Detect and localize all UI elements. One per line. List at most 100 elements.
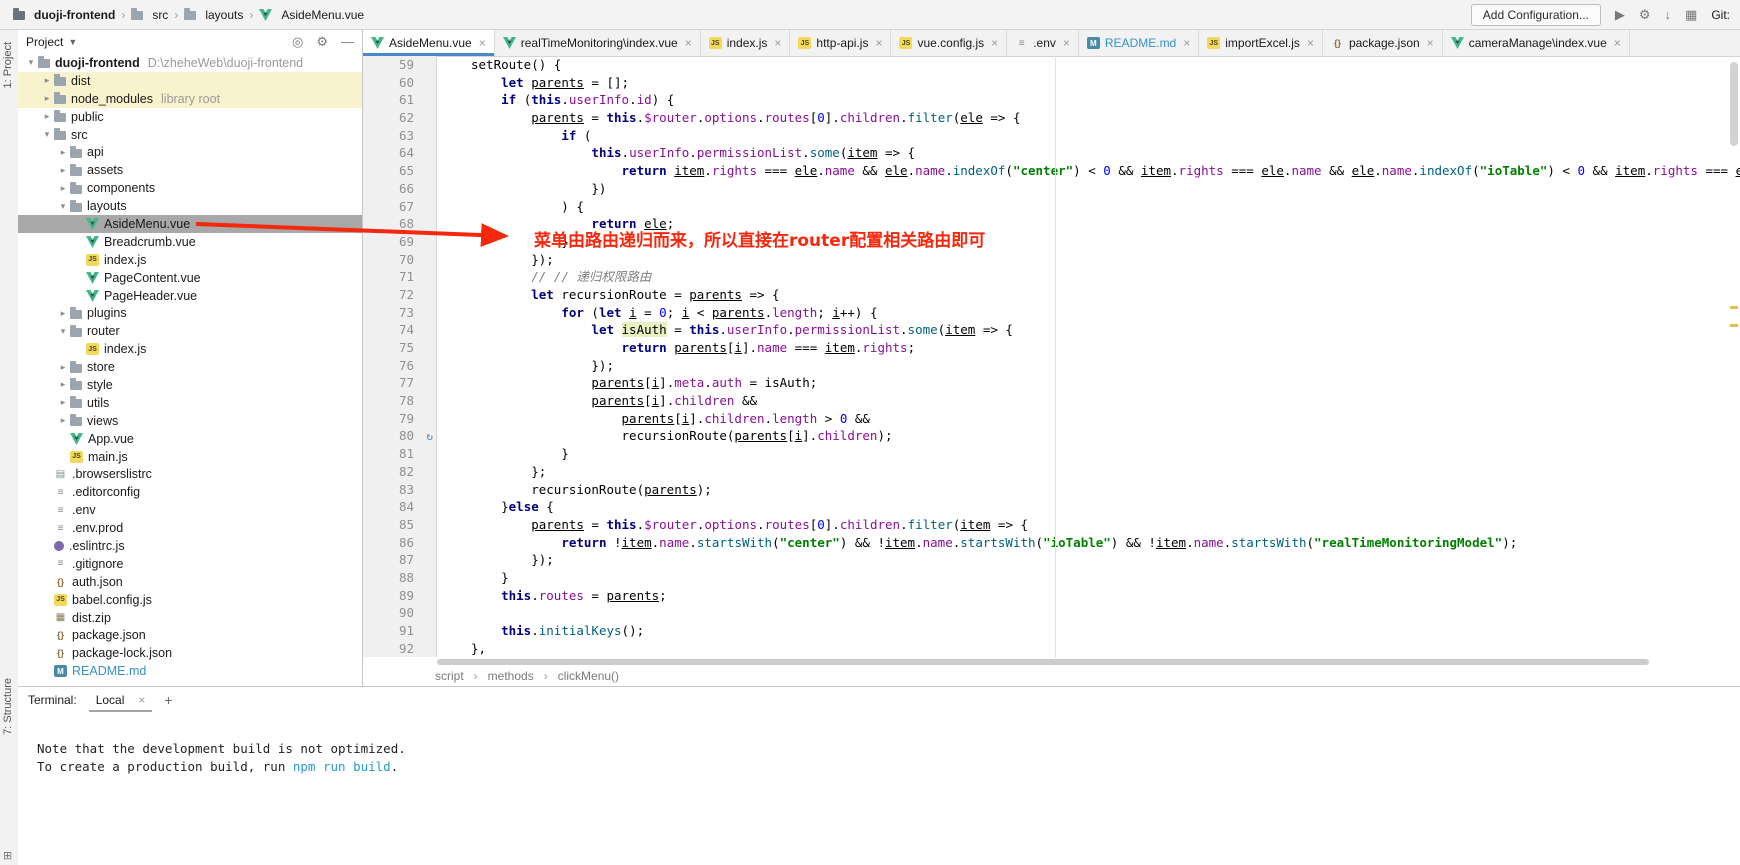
- tree-item-index-js[interactable]: JSindex.js: [18, 251, 362, 269]
- locate-file-icon[interactable]: ◎: [292, 35, 303, 48]
- horizontal-scrollbar[interactable]: [437, 658, 1726, 666]
- close-icon[interactable]: ×: [479, 36, 486, 50]
- tree-item-store[interactable]: ▸store: [18, 358, 362, 376]
- project-view-selector[interactable]: Project: [26, 35, 63, 49]
- chevron-closed-icon[interactable]: ▸: [56, 397, 70, 408]
- tree-item-package-lock-json[interactable]: {}package-lock.json: [18, 644, 362, 662]
- tree-item-babel-config-js[interactable]: JSbabel.config.js: [18, 591, 362, 609]
- close-icon[interactable]: ×: [1427, 36, 1434, 50]
- tree-item-breadcrumb-vue[interactable]: Breadcrumb.vue: [18, 233, 362, 251]
- new-terminal-icon[interactable]: +: [164, 692, 172, 708]
- tree-item-dist-zip[interactable]: ▦dist.zip: [18, 609, 362, 627]
- warning-stripe-mark[interactable]: [1730, 324, 1738, 327]
- tree-item-env[interactable]: ≡.env: [18, 501, 362, 519]
- close-icon[interactable]: ×: [1307, 36, 1314, 50]
- breadcrumb-clickmenu[interactable]: clickMenu(): [558, 669, 619, 683]
- tree-item-duoji-frontend[interactable]: ▾duoji-frontendD:\zheheWeb\duoji-fronten…: [18, 54, 362, 72]
- close-icon[interactable]: ×: [1183, 36, 1190, 50]
- chevron-open-icon[interactable]: ▾: [40, 129, 54, 140]
- tab-realtimemonitoring-index-vue[interactable]: realTimeMonitoring\index.vue×: [495, 30, 701, 56]
- scrollbar-thumb[interactable]: [437, 659, 1649, 665]
- close-icon[interactable]: ×: [138, 693, 145, 707]
- chevron-closed-icon[interactable]: ▸: [56, 308, 70, 319]
- git-label[interactable]: Git:: [1711, 8, 1730, 22]
- tab-package-json[interactable]: {}package.json×: [1323, 30, 1443, 56]
- chevron-closed-icon[interactable]: ▸: [56, 165, 70, 176]
- chevron-closed-icon[interactable]: ▸: [40, 75, 54, 86]
- vertical-scrollbar[interactable]: [1728, 56, 1740, 658]
- tree-item-gitignore[interactable]: ≡.gitignore: [18, 555, 362, 573]
- structure-stripe-button[interactable]: 7: Structure: [2, 678, 14, 735]
- breadcrumb-asidemenu-vue[interactable]: AsideMenu.vue: [256, 7, 367, 23]
- hide-panel-icon[interactable]: —: [341, 35, 354, 48]
- settings-gear-icon[interactable]: ⚙: [1639, 8, 1651, 21]
- tree-item-eslintrc-js[interactable]: .eslintrc.js: [18, 537, 362, 555]
- tab-cameramanage-index-vue[interactable]: cameraManage\index.vue×: [1443, 30, 1630, 56]
- settings-gear-icon[interactable]: ⚙: [316, 35, 328, 48]
- tab-readme-md[interactable]: MREADME.md×: [1079, 30, 1199, 56]
- tree-item-editorconfig[interactable]: ≡.editorconfig: [18, 483, 362, 501]
- tab-asidemenu-vue[interactable]: AsideMenu.vue×: [363, 30, 495, 56]
- tree-item-main-js[interactable]: JSmain.js: [18, 448, 362, 466]
- chevron-open-icon[interactable]: ▾: [24, 57, 38, 68]
- tab-http-api-js[interactable]: JShttp-api.js×: [790, 30, 891, 56]
- tree-item-app-vue[interactable]: App.vue: [18, 430, 362, 448]
- tool-windows-icon[interactable]: ▦: [1685, 8, 1697, 21]
- tree-item-pagecontent-vue[interactable]: PageContent.vue: [18, 269, 362, 287]
- tree-item-readme-md[interactable]: MREADME.md: [18, 662, 362, 680]
- recursive-call-icon[interactable]: ↻: [426, 428, 433, 446]
- tree-item-dist[interactable]: ▸dist: [18, 72, 362, 90]
- tree-item-src[interactable]: ▾src: [18, 126, 362, 144]
- chevron-closed-icon[interactable]: ▸: [56, 183, 70, 194]
- tree-item-api[interactable]: ▸api: [18, 143, 362, 161]
- tree-item-views[interactable]: ▸views: [18, 412, 362, 430]
- tree-item-components[interactable]: ▸components: [18, 179, 362, 197]
- chevron-closed-icon[interactable]: ▸: [40, 111, 54, 122]
- tree-item-public[interactable]: ▸public: [18, 108, 362, 126]
- tree-item-utils[interactable]: ▸utils: [18, 394, 362, 412]
- chevron-open-icon[interactable]: ▾: [56, 326, 70, 337]
- close-icon[interactable]: ×: [1614, 36, 1621, 50]
- update-project-icon[interactable]: ↓: [1665, 8, 1672, 21]
- warning-stripe-mark[interactable]: [1730, 306, 1738, 309]
- tree-item-node-modules[interactable]: ▸node_moduleslibrary root: [18, 90, 362, 108]
- add-configuration-button[interactable]: Add Configuration...: [1471, 4, 1601, 26]
- close-icon[interactable]: ×: [991, 36, 998, 50]
- tab-vue-config-js[interactable]: JSvue.config.js×: [891, 30, 1007, 56]
- code-editor[interactable]: 59setRoute() {60 let parents = [];61 if …: [363, 56, 1740, 658]
- close-icon[interactable]: ×: [875, 36, 882, 50]
- close-icon[interactable]: ×: [685, 36, 692, 50]
- breadcrumb-src[interactable]: src: [128, 7, 171, 23]
- tree-item-style[interactable]: ▸style: [18, 376, 362, 394]
- terminal-tab-local[interactable]: Local ×: [89, 689, 153, 712]
- chevron-closed-icon[interactable]: ▸: [56, 415, 70, 426]
- tree-item-auth-json[interactable]: {}auth.json: [18, 573, 362, 591]
- tree-item-pageheader-vue[interactable]: PageHeader.vue: [18, 287, 362, 305]
- tree-item-layouts[interactable]: ▾layouts: [18, 197, 362, 215]
- terminal-output[interactable]: Note that the development build is not o…: [18, 713, 1740, 776]
- chevron-closed-icon[interactable]: ▸: [56, 379, 70, 390]
- tree-item-env-prod[interactable]: ≡.env.prod: [18, 519, 362, 537]
- tree-item-plugins[interactable]: ▸plugins: [18, 304, 362, 322]
- tree-item-index-js[interactable]: JSindex.js: [18, 340, 362, 358]
- chevron-closed-icon[interactable]: ▸: [56, 147, 70, 158]
- chevron-open-icon[interactable]: ▾: [56, 201, 70, 212]
- tab-index-js[interactable]: JSindex.js×: [701, 30, 791, 56]
- breadcrumb-duoji-frontend[interactable]: duoji-frontend: [10, 7, 118, 23]
- close-icon[interactable]: ×: [1063, 36, 1070, 50]
- window-switcher-icon[interactable]: ⊞: [3, 849, 12, 862]
- tree-item-assets[interactable]: ▸assets: [18, 161, 362, 179]
- close-icon[interactable]: ×: [774, 36, 781, 50]
- tab-importexcel-js[interactable]: JSimportExcel.js×: [1199, 30, 1323, 56]
- run-icon[interactable]: ▶: [1615, 8, 1625, 21]
- chevron-closed-icon[interactable]: ▸: [56, 362, 70, 373]
- tree-item-asidemenu-vue[interactable]: AsideMenu.vue: [18, 215, 362, 233]
- breadcrumb-script[interactable]: script: [435, 669, 464, 683]
- tree-item-router[interactable]: ▾router: [18, 322, 362, 340]
- breadcrumb-layouts[interactable]: layouts: [181, 7, 246, 23]
- scrollbar-thumb[interactable]: [1730, 62, 1738, 146]
- project-stripe-button[interactable]: 1: Project: [2, 42, 14, 88]
- breadcrumb-methods[interactable]: methods: [488, 669, 534, 683]
- chevron-closed-icon[interactable]: ▸: [40, 93, 54, 104]
- tree-item-package-json[interactable]: {}package.json: [18, 627, 362, 645]
